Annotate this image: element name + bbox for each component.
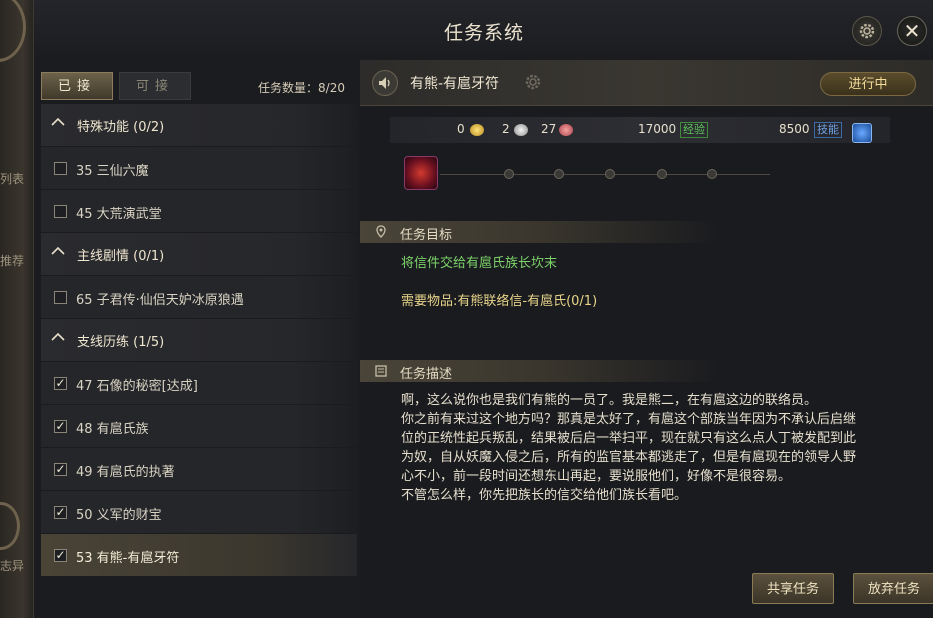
tab-accepted[interactable]: 已接 [41,72,113,100]
gold-amount: 0 [457,122,465,136]
quest-row[interactable]: 45 大荒演武堂 [41,190,357,233]
quest-label: 65 子君传·仙侣天妒冰原狼遇 [76,293,244,308]
exp-amount: 17000 [638,122,677,136]
quest-row[interactable]: ✓ 47 石像的秘密[达成] [41,362,357,405]
share-quest-button[interactable]: 共享任务 [752,573,834,604]
chevron-up-icon [51,117,65,126]
quest-list: 特殊功能 (0/2) 35 三仙六魔 45 大荒演武堂 主线剧情 (0/1) 6… [41,104,357,577]
goal-section-header: 任务目标 [360,221,720,243]
tab-available[interactable]: 可接 [119,72,191,100]
quest-list-panel: 已接 可接 任务数量：8/20 特殊功能 (0/2) 35 三仙六魔 45 大荒… [41,70,357,577]
quest-window: 任务系统 ✕ 已接 可接 任务数量：8/20 特殊功能 (0/2) 35 三仙六… [33,0,933,618]
location-pin-icon [376,225,386,238]
progress-node [707,169,717,179]
quest-row[interactable]: 35 三仙六魔 [41,147,357,190]
close-button[interactable]: ✕ [897,16,927,46]
skill-tag: 技能 [814,122,842,138]
track-checkbox[interactable] [54,291,67,304]
quest-row-selected[interactable]: ✓ 53 有熊-有扈牙符 [41,534,357,577]
track-checkbox[interactable]: ✓ [54,463,67,476]
category-label: 支线历练 (1/5) [77,335,165,350]
quest-row[interactable]: ✓ 49 有扈氏的执著 [41,448,357,491]
track-checkbox[interactable]: ✓ [54,549,67,562]
status-badge: 进行中 [820,72,916,96]
quest-label: 53 有熊-有扈牙符 [76,551,180,566]
quest-detail-panel: 有熊-有扈牙符 进行中 0 2 27 17000 经验 8500 技能 任务目标… [360,60,933,618]
speaker-icon [379,77,390,89]
progress-node [605,169,615,179]
progress-node [657,169,667,179]
copper-coin-icon [559,124,573,136]
scroll-icon [375,365,387,377]
track-checkbox[interactable] [54,205,67,218]
quest-row[interactable]: 65 子君传·仙侣天妒冰原狼遇 [41,276,357,319]
side-menu-item-strange[interactable]: 志异 [0,557,24,574]
progress-node [554,169,564,179]
description-section-header: 任务描述 [360,360,720,382]
goal-text: 将信件交给有扈氏族长坎末 [401,256,558,271]
category-row[interactable]: 主线剧情 (0/1) [41,233,357,276]
reward-item-slot[interactable] [404,156,438,190]
gear-icon [859,23,875,39]
gold-coin-icon [470,124,484,136]
silver-amount: 2 [502,122,510,136]
quest-description: 啊，这么说你也是我们有熊的一员了。我是熊二，在有扈这边的联络员。 你之前有来过这… [401,391,911,505]
quest-count: 任务数量：8/20 [258,81,345,95]
description-line: 位的正统性起兵叛乱，结果被后启一举扫平，现在就只有这么点人丁被发配到此 [401,431,857,446]
quest-row[interactable]: ✓ 48 有扈氏族 [41,405,357,448]
quest-label: 45 大荒演武堂 [76,207,162,222]
description-title: 任务描述 [400,367,453,382]
category-label: 特殊功能 (0/2) [77,120,165,135]
silver-coin-icon [514,124,528,136]
track-checkbox[interactable]: ✓ [54,506,67,519]
side-menu-item-recommend[interactable]: 推荐 [0,252,24,269]
description-line: 啊，这么说你也是我们有熊的一员了。我是熊二，在有扈这边的联络员。 [401,393,818,408]
quest-label: 50 义军的财宝 [76,508,162,523]
copper-amount: 27 [541,122,557,136]
settings-button[interactable] [852,16,882,46]
gear-icon[interactable] [523,72,543,92]
reward-bar: 0 2 27 17000 经验 8500 技能 [390,117,890,143]
track-checkbox[interactable] [54,162,67,175]
quest-label: 48 有扈氏族 [76,422,149,437]
quest-label: 35 三仙六魔 [76,164,149,179]
category-row[interactable]: 特殊功能 (0/2) [41,104,357,147]
close-icon: ✕ [903,19,921,43]
skill-amount: 8500 [779,122,810,136]
goal-title: 任务目标 [400,228,453,243]
description-line: 心不小，前一段时间还想东山再起，要说服他们，好像不是很容易。 [401,469,792,484]
chevron-up-icon [51,332,65,341]
required-item-text: 需要物品:有熊联络信-有扈氏(0/1) [401,294,598,309]
side-menu-item-list[interactable]: 列表 [0,170,24,187]
quest-header: 有熊-有扈牙符 进行中 [360,60,933,106]
voice-button[interactable] [372,70,398,96]
category-row[interactable]: 支线历练 (1/5) [41,319,357,362]
description-line: 不管怎么样，你先把族长的信交给他们族长看吧。 [401,488,688,503]
description-line: 为奴，自从妖魔入侵之后，所有的监官基本都逃走了，但是有扈现在的领导人野 [401,450,857,465]
quest-row[interactable]: ✓ 50 义军的财宝 [41,491,357,534]
category-label: 主线剧情 (0/1) [77,249,165,264]
track-checkbox[interactable]: ✓ [54,377,67,390]
chevron-up-icon [51,246,65,255]
progress-node [504,169,514,179]
reward-orb-icon[interactable] [852,123,872,143]
quest-name: 有熊-有扈牙符 [410,76,500,92]
abandon-quest-button[interactable]: 放弃任务 [853,573,933,604]
description-line: 你之前有来过这个地方吗？那真是太好了，有扈这个部族当年因为不承认后启继 [401,412,857,427]
track-checkbox[interactable]: ✓ [54,420,67,433]
exp-tag: 经验 [680,122,708,138]
quest-label: 49 有扈氏的执著 [76,465,175,480]
window-title: 任务系统 [443,22,524,44]
quest-label: 47 石像的秘密[达成] [76,379,198,394]
